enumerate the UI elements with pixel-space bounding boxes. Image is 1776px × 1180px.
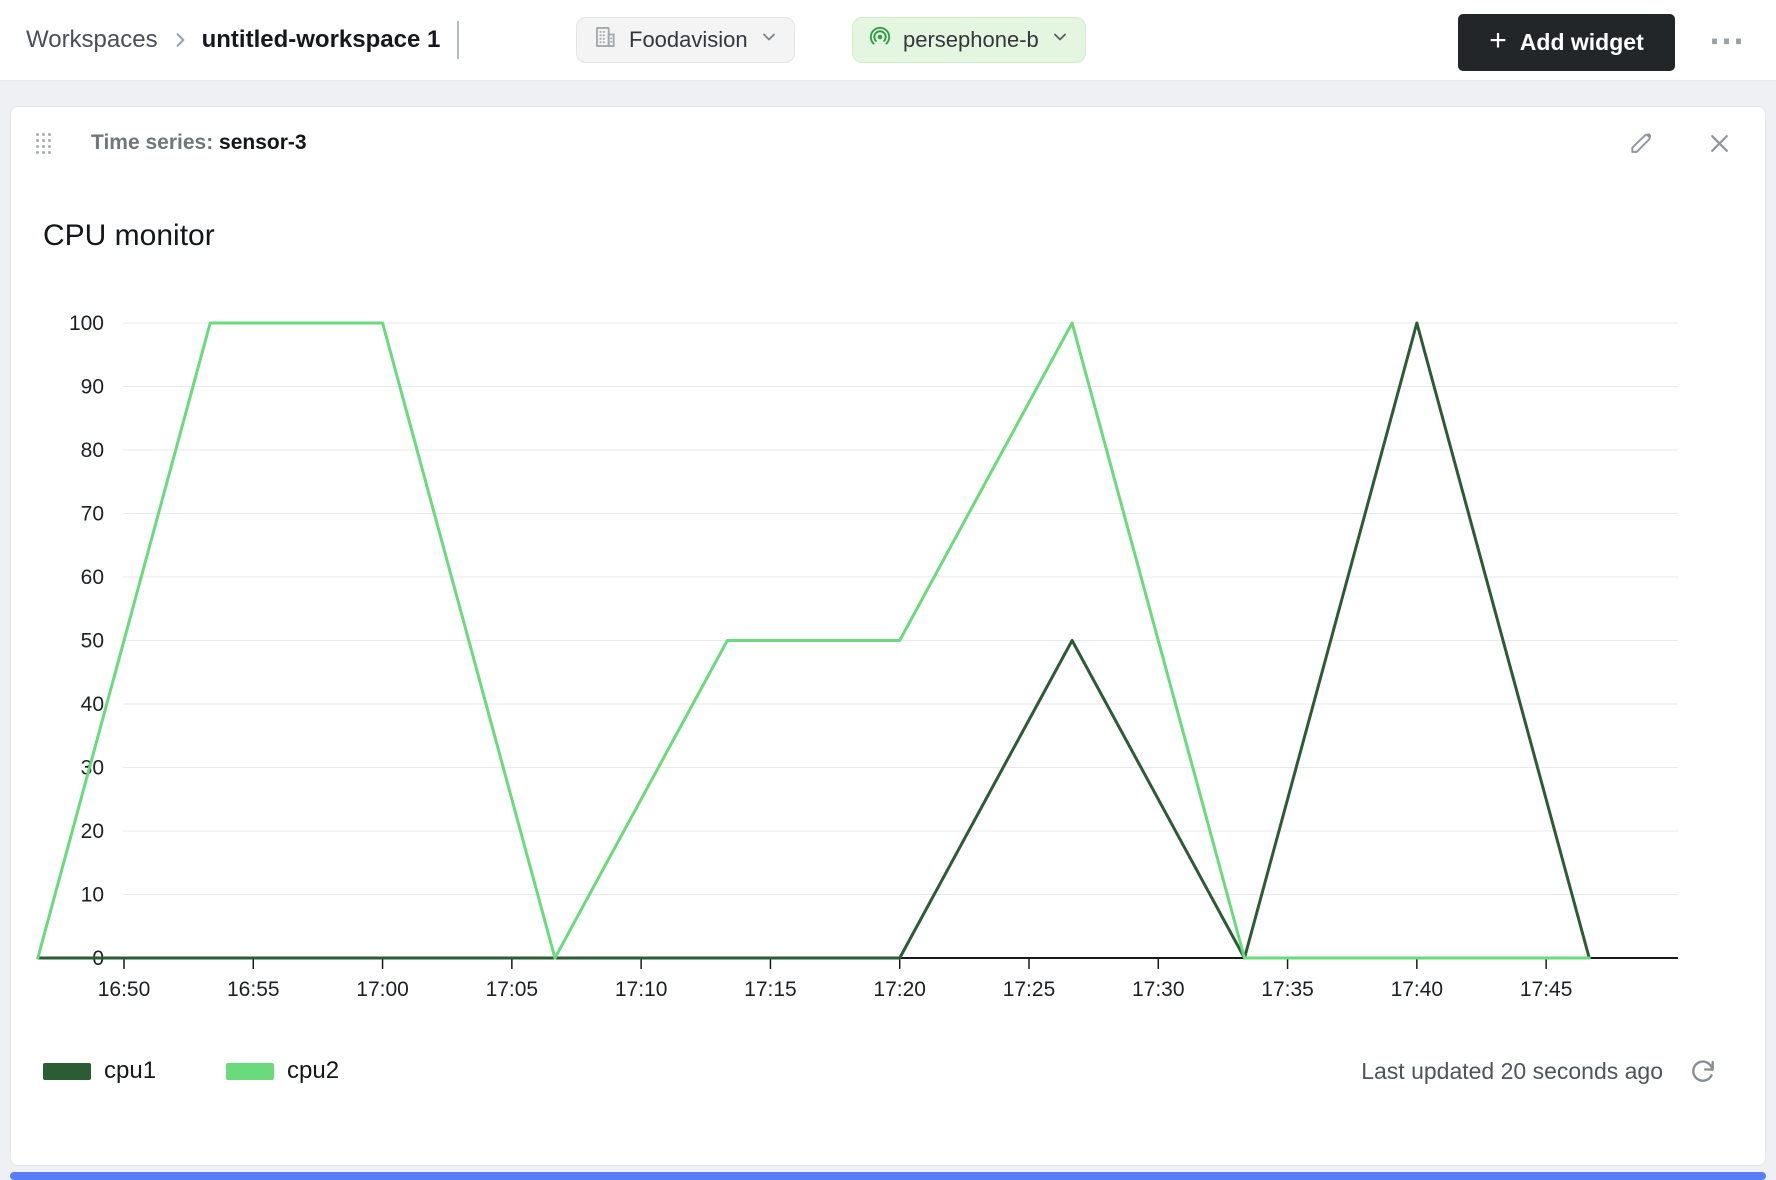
- cpu-chart-svg: 010203040506070809010016:5016:5517:0017:…: [31, 303, 1687, 1013]
- svg-text:17:35: 17:35: [1261, 978, 1314, 1001]
- last-updated-text: Last updated 20 seconds ago: [1361, 1058, 1663, 1085]
- svg-text:20: 20: [81, 820, 104, 843]
- svg-text:40: 40: [81, 693, 104, 716]
- top-bar: Workspaces untitled-workspace 1 Foodavis…: [0, 0, 1776, 81]
- chevron-right-icon: [170, 30, 190, 50]
- target-icon: [868, 25, 892, 55]
- time-series-widget-card: Time series: sensor-3 CPU monitor 010203…: [10, 106, 1766, 1166]
- svg-text:17:40: 17:40: [1391, 978, 1444, 1001]
- svg-text:17:20: 17:20: [873, 978, 926, 1001]
- workspace-title-input[interactable]: untitled-workspace 1: [202, 26, 441, 54]
- add-widget-label: Add widget: [1520, 29, 1644, 56]
- add-widget-button[interactable]: + Add widget: [1458, 14, 1675, 71]
- widget-header: Time series: sensor-3: [11, 107, 1765, 179]
- legend-swatch-cpu1: [43, 1063, 91, 1080]
- svg-text:100: 100: [69, 312, 104, 335]
- svg-text:60: 60: [81, 566, 104, 589]
- widget-title: Time series: sensor-3: [91, 131, 307, 155]
- refresh-icon[interactable]: [1689, 1057, 1717, 1085]
- svg-text:17:10: 17:10: [615, 978, 668, 1001]
- close-widget-button[interactable]: [1706, 130, 1732, 156]
- widget-source-name: sensor-3: [219, 131, 307, 154]
- more-options-button[interactable]: ⋯: [1700, 0, 1756, 80]
- widget-type-label: Time series:: [91, 131, 213, 154]
- chevron-down-icon: [759, 27, 779, 53]
- ellipsis-icon: ⋯: [1709, 19, 1748, 61]
- svg-text:10: 10: [81, 884, 104, 907]
- env-selector-label: persephone-b: [903, 27, 1039, 53]
- breadcrumb-workspaces-link[interactable]: Workspaces: [26, 26, 158, 54]
- legend-item-cpu1[interactable]: cpu1: [43, 1057, 156, 1085]
- svg-text:80: 80: [81, 439, 104, 462]
- chart-title: CPU monitor: [43, 219, 215, 253]
- svg-text:17:25: 17:25: [1003, 978, 1056, 1001]
- plus-icon: +: [1489, 26, 1507, 56]
- text-cursor: [457, 21, 459, 59]
- svg-text:17:15: 17:15: [744, 978, 797, 1001]
- breadcrumb: Workspaces untitled-workspace 1: [26, 0, 459, 80]
- svg-text:17:05: 17:05: [486, 978, 539, 1001]
- env-selector-dropdown[interactable]: persephone-b: [852, 17, 1086, 63]
- svg-text:17:30: 17:30: [1132, 978, 1185, 1001]
- next-widget-top-edge: [10, 1172, 1766, 1180]
- svg-text:70: 70: [81, 503, 104, 526]
- widget-footer: cpu1 cpu2 Last updated 20 seconds ago: [11, 1049, 1765, 1093]
- chevron-down-icon: [1050, 27, 1070, 53]
- drag-handle-icon[interactable]: [36, 133, 51, 154]
- svg-text:50: 50: [81, 630, 104, 653]
- legend-label-cpu1: cpu1: [104, 1057, 156, 1085]
- building-icon: [592, 24, 618, 56]
- svg-text:17:00: 17:00: [356, 978, 409, 1001]
- legend-label-cpu2: cpu2: [287, 1057, 339, 1085]
- org-selector-dropdown[interactable]: Foodavision: [576, 17, 795, 63]
- svg-text:17:45: 17:45: [1520, 978, 1573, 1001]
- legend-item-cpu2[interactable]: cpu2: [226, 1057, 339, 1085]
- legend-swatch-cpu2: [226, 1063, 274, 1080]
- svg-text:90: 90: [81, 376, 104, 399]
- edit-widget-button[interactable]: [1628, 130, 1654, 156]
- org-selector-label: Foodavision: [629, 27, 748, 53]
- svg-text:16:55: 16:55: [227, 978, 280, 1001]
- svg-text:16:50: 16:50: [98, 978, 151, 1001]
